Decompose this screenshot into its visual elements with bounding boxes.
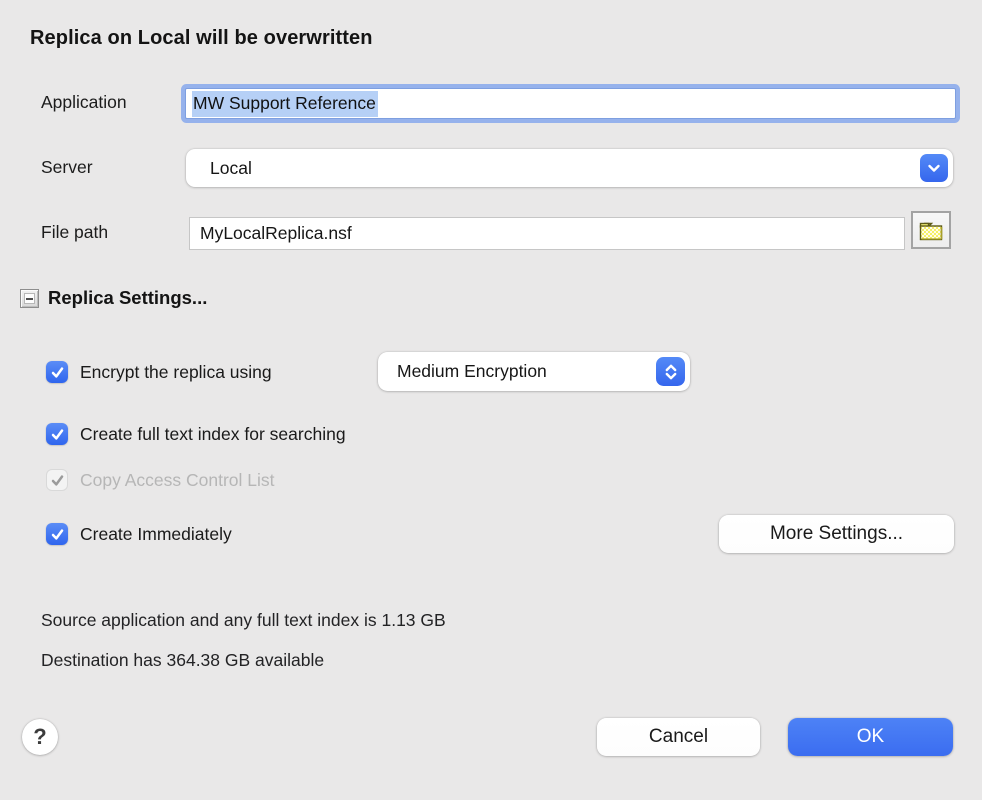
- file-path-value: MyLocalReplica.nsf: [200, 223, 352, 244]
- server-label: Server: [41, 157, 93, 178]
- full-text-index-checkbox[interactable]: [46, 423, 68, 445]
- more-settings-button[interactable]: More Settings...: [719, 515, 954, 553]
- chevrons-up-down-icon[interactable]: [656, 357, 685, 386]
- source-size-text: Source application and any full text ind…: [41, 610, 446, 631]
- encrypt-checkbox[interactable]: [46, 361, 68, 383]
- checkmark-icon: [50, 473, 65, 488]
- copy-acl-checkbox: [46, 469, 68, 491]
- create-immediately-checkbox-label[interactable]: Create Immediately: [80, 524, 232, 545]
- checkmark-icon: [50, 527, 65, 542]
- ok-button[interactable]: OK: [788, 718, 953, 756]
- encryption-level-dropdown[interactable]: Medium Encryption: [378, 352, 690, 391]
- checkmark-icon: [50, 427, 65, 442]
- replica-settings-label: Replica Settings...: [48, 287, 207, 309]
- application-label: Application: [41, 92, 127, 113]
- chevron-down-icon[interactable]: [920, 154, 948, 182]
- create-immediately-checkbox[interactable]: [46, 523, 68, 545]
- file-path-input[interactable]: MyLocalReplica.nsf: [189, 217, 905, 250]
- server-dropdown[interactable]: Local: [186, 149, 953, 187]
- folder-icon: [918, 219, 945, 242]
- destination-space-text: Destination has 364.38 GB available: [41, 650, 324, 671]
- browse-folder-button[interactable]: [911, 211, 951, 249]
- replica-settings-disclosure-button[interactable]: [20, 289, 39, 308]
- encryption-level-value: Medium Encryption: [397, 361, 547, 382]
- application-input-selected-text: MW Support Reference: [192, 91, 378, 117]
- checkmark-icon: [50, 365, 65, 380]
- encrypt-checkbox-label[interactable]: Encrypt the replica using: [80, 362, 272, 383]
- full-text-index-checkbox-label[interactable]: Create full text index for searching: [80, 424, 346, 445]
- cancel-button[interactable]: Cancel: [597, 718, 760, 756]
- application-input[interactable]: MW Support Reference: [185, 88, 956, 119]
- file-path-label: File path: [41, 222, 108, 243]
- dialog-title: Replica on Local will be overwritten: [30, 27, 373, 50]
- server-dropdown-value: Local: [210, 158, 252, 179]
- help-button[interactable]: ?: [22, 719, 58, 755]
- copy-acl-checkbox-label: Copy Access Control List: [80, 470, 275, 491]
- collapse-minus-icon: [24, 293, 35, 304]
